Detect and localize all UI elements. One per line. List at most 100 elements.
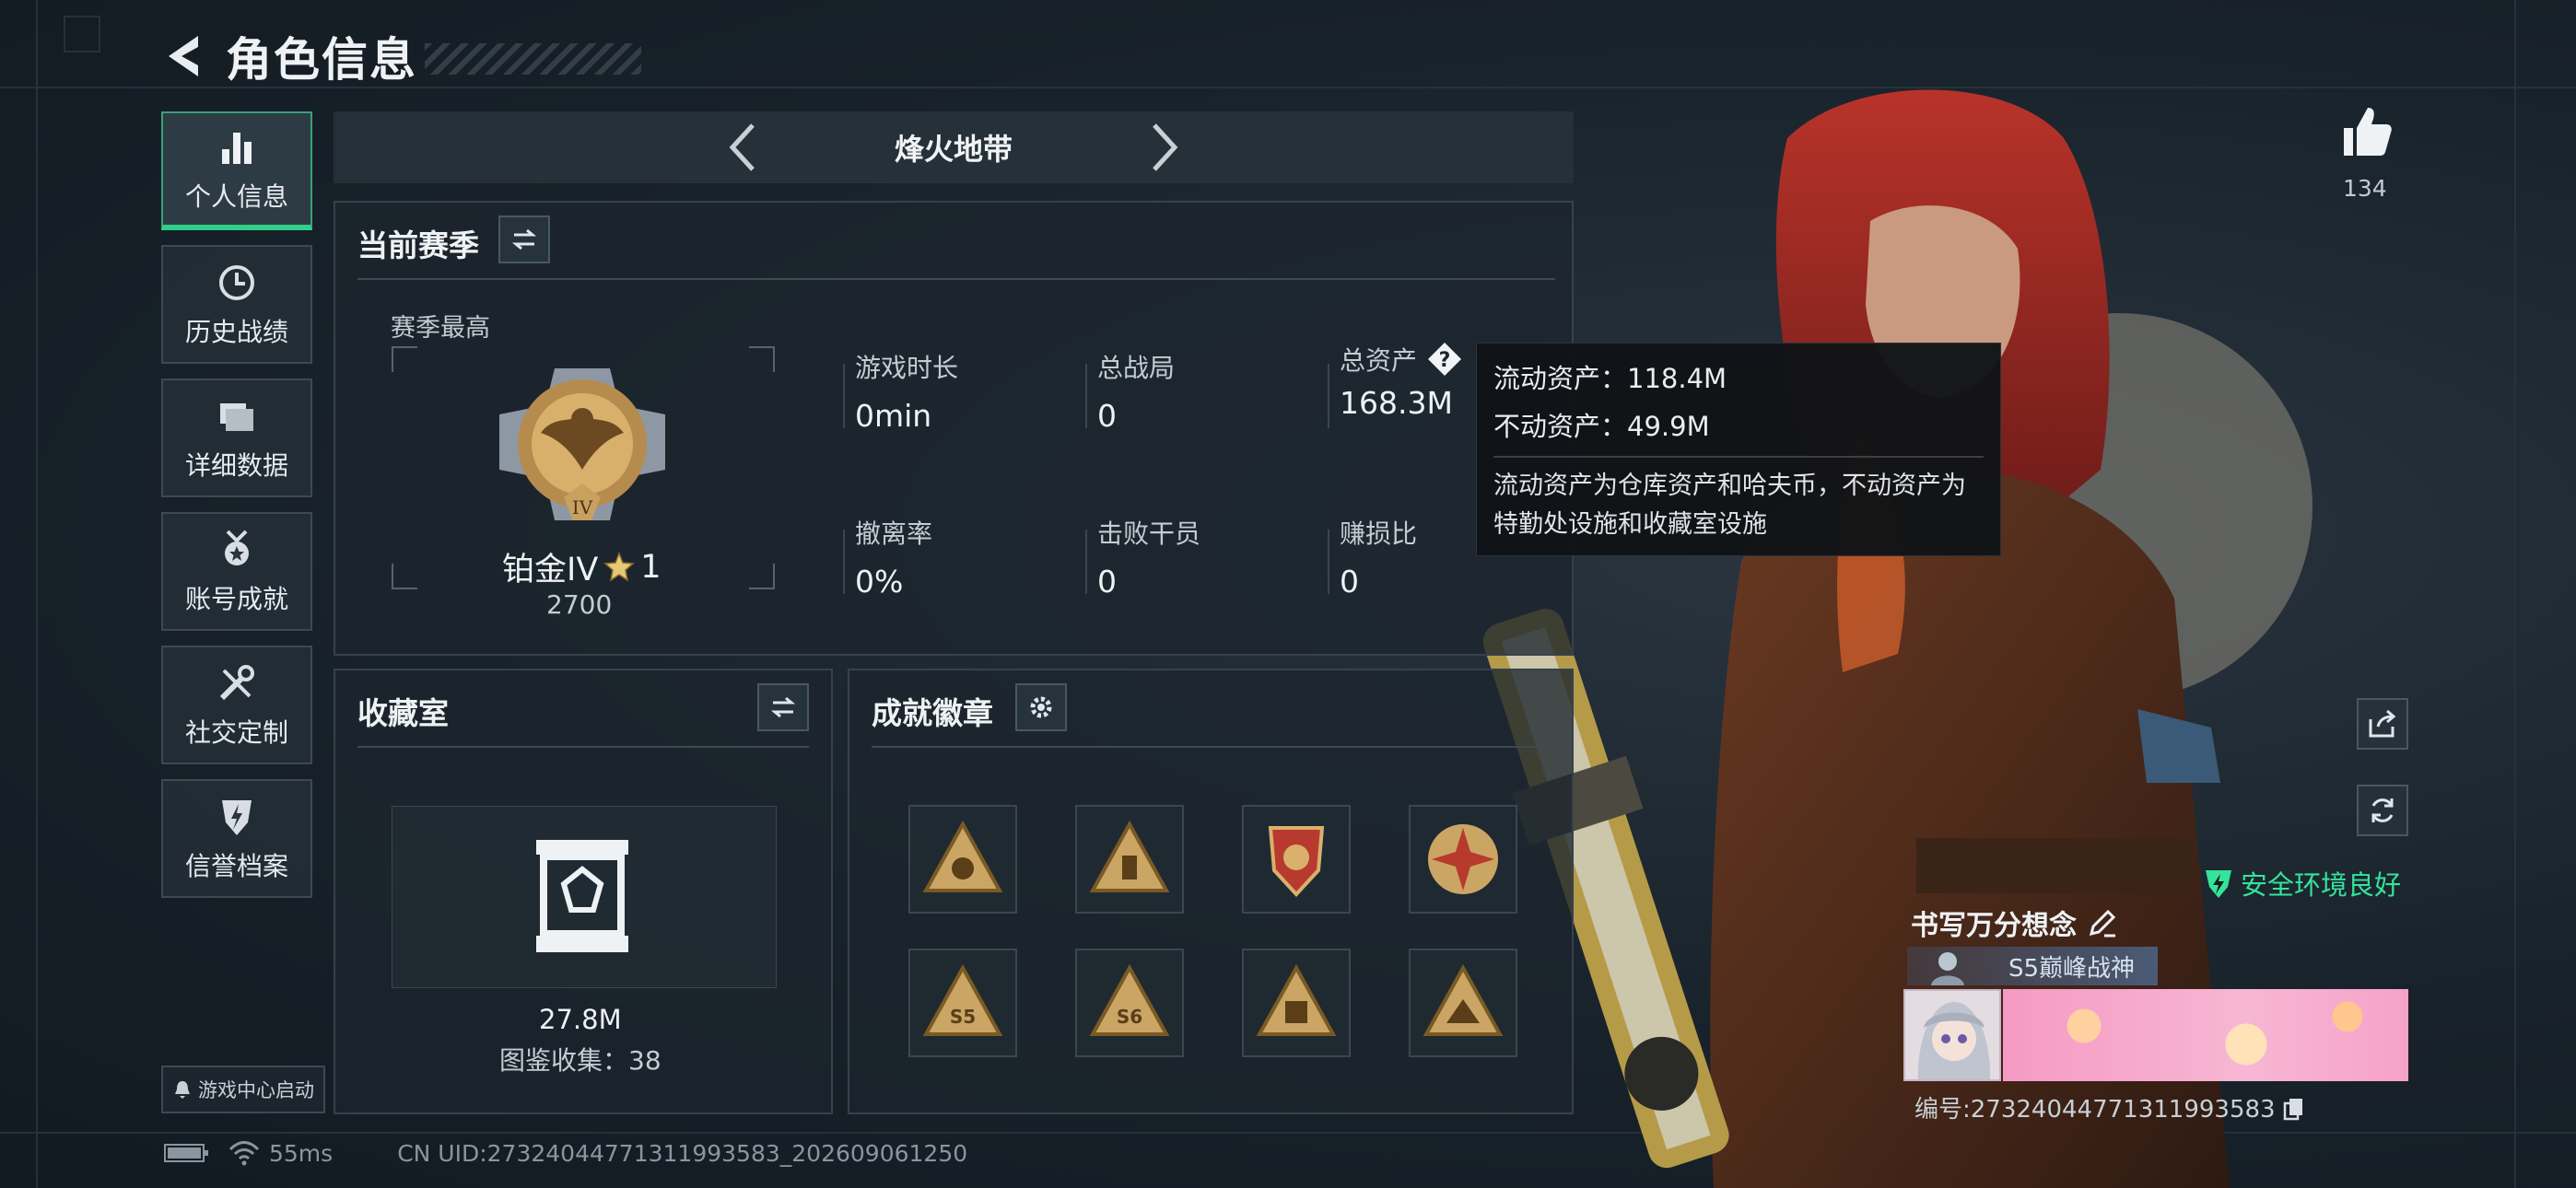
game-center-label: 游戏中心启动 bbox=[198, 1079, 314, 1101]
stat-label: 总资产 bbox=[1340, 345, 1418, 376]
badge-slot[interactable]: S5 bbox=[908, 949, 1017, 1057]
season-peak-label: 赛季最高 bbox=[391, 314, 490, 343]
sidebar-item-label: 历史战绩 bbox=[184, 316, 288, 347]
red-shield-badge-icon bbox=[1268, 826, 1325, 897]
share-button[interactable] bbox=[2357, 698, 2408, 750]
copy-icon[interactable] bbox=[2281, 1095, 2307, 1121]
chevron-right-icon[interactable] bbox=[1147, 120, 1184, 175]
avatar[interactable] bbox=[1903, 989, 2001, 1081]
player-id: 编号:27324044771311993583 bbox=[1914, 1096, 2276, 1124]
badge-slot[interactable] bbox=[1409, 949, 1517, 1057]
divider bbox=[872, 746, 1553, 748]
stat-divider bbox=[1085, 530, 1087, 594]
collection-value: 27.8M bbox=[539, 1004, 622, 1035]
stat-label: 游戏时长 bbox=[855, 353, 959, 383]
assets-note: 流动资产为仓库资产和哈夫币，不动资产为特勤处设施和收藏室设施 bbox=[1493, 472, 1966, 539]
status-footer: 55ms CN UID:27324044771311993583_2026090… bbox=[164, 1136, 967, 1170]
header: 角色信息 bbox=[161, 26, 641, 87]
stat-value: 0 bbox=[1097, 564, 1117, 600]
stat-value: 168.3M bbox=[1340, 385, 1453, 421]
uid-text: CN UID:27324044771311993583_202609061250 bbox=[397, 1139, 968, 1167]
badge-slot[interactable]: S6 bbox=[1075, 949, 1184, 1057]
edit-pencil-icon[interactable] bbox=[2086, 906, 2119, 939]
frame-corner bbox=[392, 346, 417, 372]
badge-slot[interactable] bbox=[1242, 949, 1351, 1057]
stat-label: 赚损比 bbox=[1340, 518, 1418, 549]
stat-playtime: 游戏时长 0min bbox=[855, 348, 958, 434]
frame-corner bbox=[749, 346, 775, 372]
title-badge-text: S5巅峰战神 bbox=[2008, 954, 2136, 983]
stat-divider bbox=[843, 364, 845, 428]
sidebar-item-history[interactable]: 历史战绩 bbox=[161, 245, 312, 364]
page-title: 角色信息 bbox=[226, 33, 417, 87]
sidebar-item-credit[interactable]: 信誉档案 bbox=[161, 779, 312, 898]
bar-chart-icon bbox=[222, 132, 252, 164]
sidebar-item-label: 社交定制 bbox=[184, 716, 288, 748]
sidebar-item-profile[interactable]: 个人信息 bbox=[161, 111, 312, 230]
stat-value: 0 bbox=[1097, 398, 1117, 434]
battery-icon bbox=[164, 1144, 208, 1162]
rank-label: 铂金IV 1 bbox=[502, 543, 662, 590]
assets-tooltip: 流动资产：118.4M 不动资产：49.9M 流动资产为仓库资产和哈夫币，不动资… bbox=[1476, 343, 2001, 556]
stat-divider bbox=[1328, 364, 1329, 428]
sidebar-item-label: 详细数据 bbox=[184, 449, 288, 481]
red-star-badge-icon bbox=[1428, 824, 1498, 894]
gear-icon bbox=[1030, 696, 1052, 718]
shield-check-icon bbox=[2206, 870, 2231, 898]
divider bbox=[357, 278, 1555, 280]
like-count: 134 bbox=[2343, 175, 2387, 202]
stat-label-row: 总资产 ? bbox=[1340, 341, 1463, 378]
folder-icon bbox=[220, 402, 253, 431]
rank-points: 2700 bbox=[546, 589, 613, 620]
tools-icon bbox=[219, 664, 254, 700]
stat-kills: 击败干员 0 bbox=[1097, 514, 1200, 600]
title-decoration bbox=[425, 43, 641, 75]
sidebar-item-social[interactable]: 社交定制 bbox=[161, 646, 312, 764]
title-badge: S5巅峰战神 bbox=[1907, 947, 2158, 985]
star-icon bbox=[603, 551, 636, 582]
refresh-icon bbox=[2371, 798, 2394, 822]
stat-assets: 总资产 ? 168.3M bbox=[1340, 341, 1463, 421]
s5-triangle-badge-icon: S5 bbox=[922, 963, 1003, 1036]
collection-title: 收藏室 bbox=[357, 695, 449, 731]
switch-collection-button[interactable] bbox=[757, 683, 809, 731]
sidebar-item-label: 信誉档案 bbox=[184, 850, 288, 881]
gold-triangle-badge-icon bbox=[922, 820, 1003, 892]
soldier-emblem-icon bbox=[1931, 952, 1964, 985]
gold-triangle-badge-icon bbox=[1423, 963, 1504, 1036]
stat-label: 击败干员 bbox=[1097, 518, 1201, 549]
wifi-icon bbox=[228, 1141, 260, 1166]
stat-value: 0min bbox=[855, 398, 932, 434]
badge-slot[interactable] bbox=[1242, 805, 1351, 914]
stat-value: 0% bbox=[855, 564, 904, 600]
sidebar-item-achievements[interactable]: 账号成就 bbox=[161, 512, 312, 631]
avatar-image bbox=[1905, 991, 1999, 1079]
ping-value: 55ms bbox=[269, 1139, 334, 1167]
collection-count: 图鉴收集：38 bbox=[499, 1045, 662, 1076]
refresh-button[interactable] bbox=[2357, 785, 2408, 836]
stat-value: 0 bbox=[1340, 564, 1359, 600]
thumbs-up-icon[interactable] bbox=[2340, 104, 2394, 159]
medal-icon bbox=[225, 530, 249, 565]
history-clock-icon bbox=[219, 264, 254, 300]
badge-slot[interactable] bbox=[1075, 805, 1184, 914]
svg-text:IV: IV bbox=[572, 496, 593, 518]
badge-slot[interactable] bbox=[1409, 805, 1517, 914]
liquid-assets: 流动资产：118.4M bbox=[1493, 363, 1727, 394]
season-title: 当前赛季 bbox=[357, 227, 479, 263]
frame-corner bbox=[749, 564, 775, 589]
help-icon[interactable]: ? bbox=[1426, 341, 1463, 378]
badge-settings-button[interactable] bbox=[1015, 683, 1067, 731]
game-center-button[interactable]: 游戏中心启动 bbox=[161, 1066, 325, 1113]
switch-season-button[interactable] bbox=[498, 215, 550, 263]
chevron-left-icon[interactable] bbox=[723, 120, 760, 175]
sidebar-item-details[interactable]: 详细数据 bbox=[161, 379, 312, 497]
safety-label: 安全环境良好 bbox=[2241, 869, 2402, 901]
share-icon bbox=[2369, 709, 2396, 738]
badges-title: 成就徽章 bbox=[872, 695, 993, 731]
svg-text:?: ? bbox=[1439, 349, 1451, 372]
profile-banner bbox=[2003, 989, 2408, 1081]
badge-slot[interactable] bbox=[908, 805, 1017, 914]
stat-label: 总战局 bbox=[1097, 353, 1176, 383]
back-arrow-icon[interactable] bbox=[161, 29, 207, 84]
